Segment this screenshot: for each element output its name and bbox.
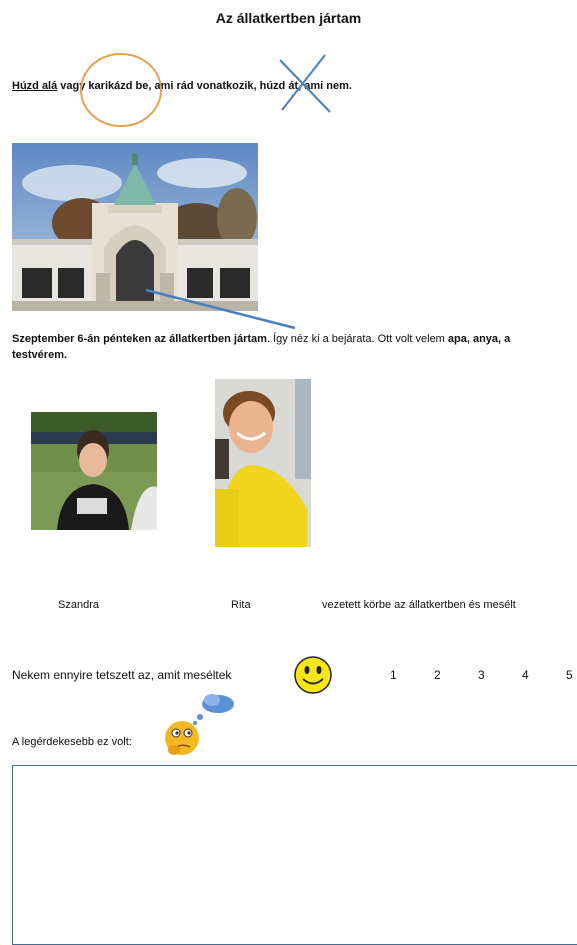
story-plain: . Így néz ki a bejárata. Ott volt velem: [266, 333, 448, 345]
story-bold-1: Szeptember 6-án pénteken az állatkertben…: [12, 333, 267, 345]
strike-annotation: [279, 54, 331, 113]
underline-word: Húzd alá: [12, 80, 58, 92]
page-title: Az állatkertben jártam: [215, 10, 362, 26]
guide-name-2: Rita: [231, 599, 251, 611]
rating-option-4[interactable]: 4: [522, 668, 529, 682]
rita-photo: [215, 379, 311, 547]
rating-option-5[interactable]: 5: [566, 668, 573, 682]
story-paragraph: Szeptember 6-án pénteken az állatkertben…: [12, 331, 577, 363]
guide-name-1: Szandra: [58, 599, 99, 611]
rating-option-3[interactable]: 3: [478, 668, 485, 682]
szandra-photo: [31, 412, 157, 530]
thinking-face-icon: [165, 694, 234, 755]
rating-prompt: Nekem ennyire tetszett az, amit meséltek: [12, 668, 232, 682]
circle-annotation: [80, 53, 162, 127]
smiley-face-icon: [294, 656, 332, 694]
rating-option-1[interactable]: 1: [390, 668, 397, 682]
story-bold-3: testvérem.: [12, 349, 68, 361]
answer-box[interactable]: [12, 765, 577, 945]
question-label: A legérdekesebb ez volt:: [12, 736, 132, 748]
rating-option-2[interactable]: 2: [434, 668, 441, 682]
story-bold-2: apa, anya, a: [447, 333, 511, 345]
guide-sentence: vezetett körbe az állatkertben és mesélt: [322, 599, 516, 611]
